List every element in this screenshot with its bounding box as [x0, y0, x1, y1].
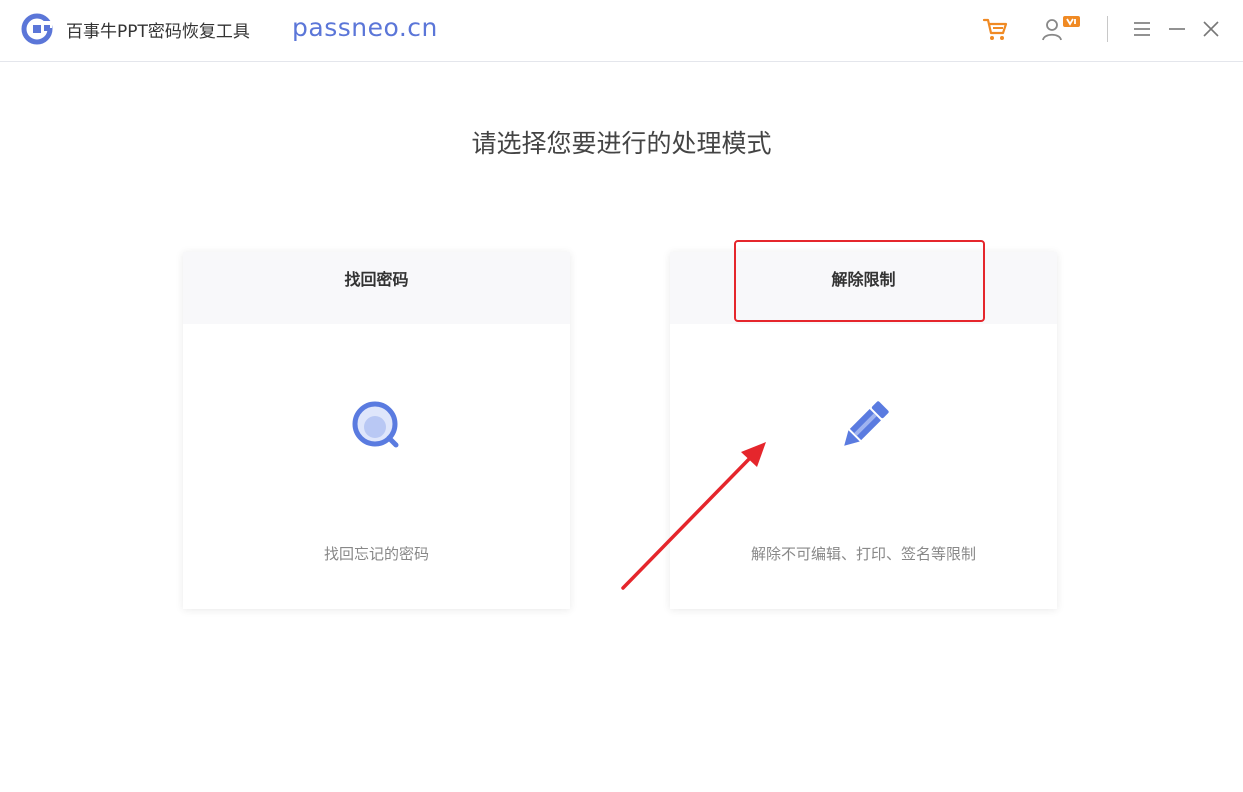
logo-icon	[21, 13, 53, 45]
app-title: 百事牛PPT密码恢复工具	[66, 22, 250, 42]
card-description: 解除不可编辑、打印、签名等限制	[750, 545, 976, 563]
pencil-icon	[843, 401, 889, 446]
menu-icon	[1134, 22, 1150, 36]
cart-icon	[982, 18, 1008, 40]
menu-button[interactable]	[1130, 14, 1154, 44]
title-bar: 百事牛PPT密码恢复工具 passneo.cn	[0, 0, 1243, 62]
card-title: 找回密码	[183, 252, 570, 324]
close-icon	[1203, 21, 1219, 37]
minimize-icon	[1169, 28, 1185, 30]
minimize-button[interactable]	[1165, 14, 1189, 44]
cart-button[interactable]	[979, 14, 1011, 44]
recover-password-card[interactable]: 找回密码 找回忘记的密码	[183, 252, 570, 609]
page-heading: 请选择您要进行的处理模式	[471, 129, 772, 158]
card-description: 找回忘记的密码	[323, 545, 429, 563]
user-vip-button[interactable]	[1040, 14, 1084, 44]
magnifier-icon	[352, 401, 398, 448]
site-link[interactable]: passneo.cn	[292, 13, 438, 42]
close-button[interactable]	[1199, 14, 1223, 44]
toolbar-divider	[1107, 16, 1108, 42]
annotation-highlight-box	[734, 240, 985, 322]
user-vip-icon	[1042, 16, 1080, 41]
